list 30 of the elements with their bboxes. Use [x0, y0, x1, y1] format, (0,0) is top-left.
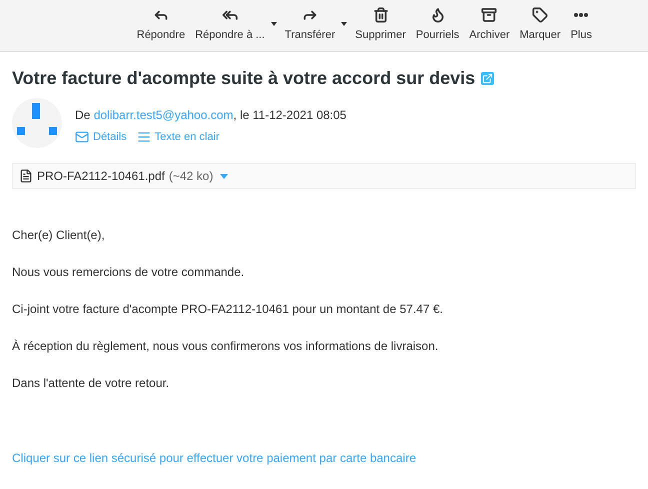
attachment-name[interactable]: PRO-FA2112-10461.pdf	[37, 167, 165, 185]
lines-icon	[136, 130, 151, 144]
sender-avatar	[12, 98, 62, 148]
open-external-icon[interactable]	[481, 72, 494, 85]
trash-icon	[372, 7, 388, 24]
archive-icon	[481, 7, 498, 24]
body-paragraph: Ci-joint votre facture d'acompte PRO-FA2112-10461 pour un montant de 57.47 €.	[12, 302, 444, 317]
toolbar-button[interactable]: Supprimer	[351, 0, 410, 51]
more-icon	[574, 13, 588, 18]
toolbar-button[interactable]: Transférer	[280, 0, 350, 51]
body-paragraph: Dans l'attente de votre retour.	[12, 376, 170, 391]
envelope-icon	[75, 130, 89, 144]
toolbar-button[interactable]: Marquer	[516, 0, 565, 51]
email-subject: Votre facture d'acompte suite à votre accord sur devis	[12, 67, 476, 90]
body-paragraph: Nous vous remercions de votre commande.	[12, 265, 246, 280]
sender-line: De dolibarr.test5@yahoo.com, le 11-12-2021 08:05	[75, 107, 346, 124]
toolbar-button[interactable]: Plus	[566, 0, 596, 51]
tag-icon	[532, 7, 548, 24]
pdf-file-icon	[19, 169, 33, 183]
flame-icon	[430, 7, 446, 24]
caret-icon	[270, 22, 277, 26]
caret-icon[interactable]	[220, 174, 228, 178]
body-paragraph: À réception du règlement, nous vous confirmerons vos informations de livraison.	[12, 339, 440, 354]
attachment-size: (~42 ko)	[168, 168, 214, 185]
toolbar-button[interactable]: Répondre	[132, 0, 190, 51]
toolbar-button[interactable]: Archiver	[465, 0, 514, 51]
caret-icon	[341, 22, 348, 26]
toolbar-button[interactable]: Pourriels	[412, 0, 464, 51]
body-paragraph: Cher(e) Client(e),	[12, 228, 106, 243]
toolbar-button[interactable]: Répondre à ...	[191, 0, 279, 51]
